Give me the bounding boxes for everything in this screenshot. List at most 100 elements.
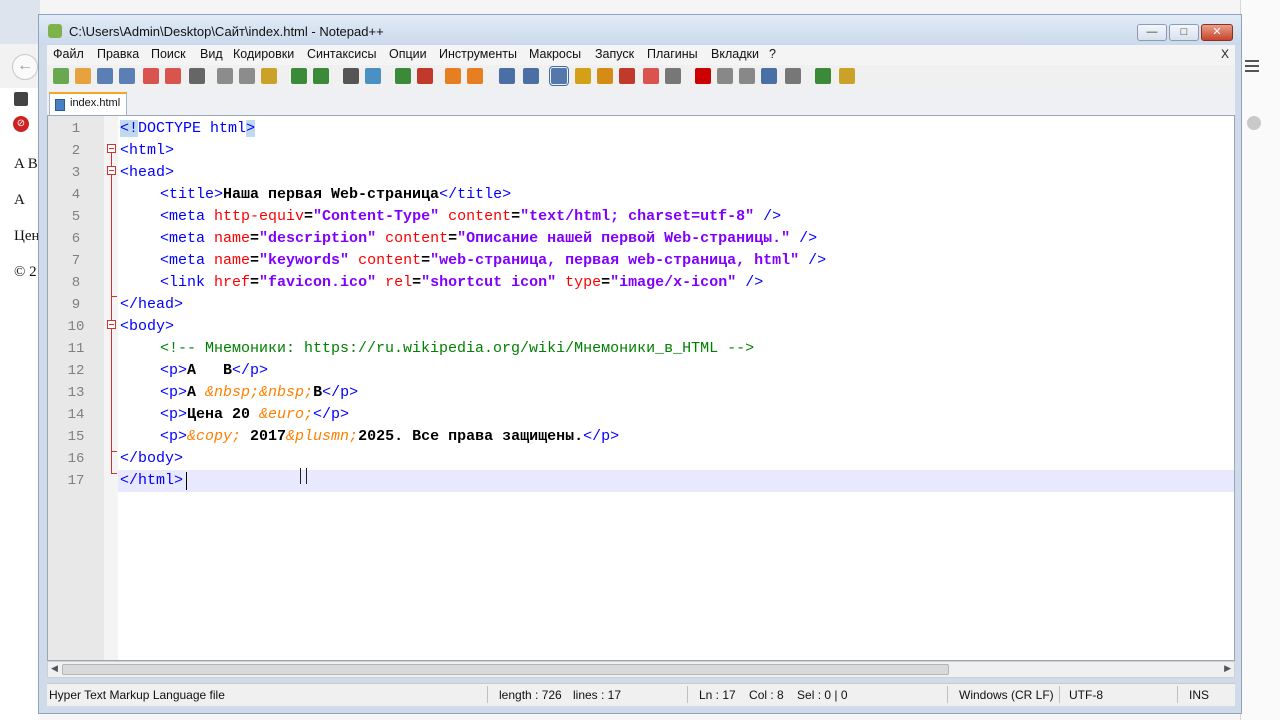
menu-view[interactable]: Вид bbox=[200, 47, 223, 61]
menu-edit[interactable]: Правка bbox=[97, 47, 139, 61]
line-number: 10 bbox=[67, 319, 85, 335]
show-all-chars-icon[interactable] bbox=[523, 68, 539, 84]
menu-macros[interactable]: Макросы bbox=[529, 47, 581, 61]
open-file-icon[interactable] bbox=[75, 68, 91, 84]
sync-h-icon[interactable] bbox=[467, 68, 483, 84]
scrollbar-thumb[interactable] bbox=[62, 664, 949, 675]
hamburger-menu-icon[interactable] bbox=[1245, 60, 1259, 72]
save-macro-icon[interactable] bbox=[785, 68, 801, 84]
minimize-button[interactable]: — bbox=[1137, 24, 1167, 41]
cut-icon[interactable] bbox=[217, 68, 233, 84]
horizontal-scrollbar[interactable]: ◀ ▶ bbox=[47, 661, 1235, 678]
run-macro-multi-icon[interactable] bbox=[761, 68, 777, 84]
line-number: 3 bbox=[71, 165, 81, 181]
fold-toggle-icon[interactable] bbox=[107, 144, 116, 153]
line-number: 5 bbox=[71, 209, 81, 225]
spellcheck-icon[interactable] bbox=[815, 68, 831, 84]
scroll-indicator[interactable] bbox=[1247, 116, 1261, 130]
user-lang-icon[interactable] bbox=[575, 68, 591, 84]
save-icon[interactable] bbox=[97, 68, 113, 84]
file-icon bbox=[55, 99, 65, 111]
zoom-out-icon[interactable] bbox=[417, 68, 433, 84]
doc-map-icon[interactable] bbox=[597, 68, 613, 84]
line-number: 7 bbox=[71, 253, 81, 269]
code-line-3: <head> bbox=[120, 164, 175, 181]
close-all-icon[interactable] bbox=[165, 68, 181, 84]
menu-search[interactable]: Поиск bbox=[151, 47, 186, 61]
sync-v-icon[interactable] bbox=[445, 68, 461, 84]
indent-guide-icon[interactable] bbox=[549, 66, 569, 86]
menu-plugins[interactable]: Плагины bbox=[647, 47, 698, 61]
code-line-5: <meta http-equiv="Content-Type" content=… bbox=[160, 208, 782, 225]
record-macro-icon[interactable] bbox=[695, 68, 711, 84]
menu-options[interactable]: Опции bbox=[389, 47, 427, 61]
fold-end bbox=[111, 473, 117, 474]
line-number: 4 bbox=[71, 187, 81, 203]
menu-help[interactable]: ? bbox=[769, 47, 776, 61]
zoom-in-icon[interactable] bbox=[395, 68, 411, 84]
menu-tools[interactable]: Инструменты bbox=[439, 47, 517, 61]
code-line-6: <meta name="description" content="Описан… bbox=[160, 230, 818, 247]
code-line-12: <p>A B</p> bbox=[160, 362, 269, 379]
mouse-ibeam-cursor bbox=[300, 468, 307, 484]
code-line-1: <!DOCTYPE html> bbox=[120, 120, 256, 137]
status-bar: Hyper Text Markup Language file length :… bbox=[47, 683, 1235, 706]
print-icon[interactable] bbox=[189, 68, 205, 84]
menu-syntax[interactable]: Синтаксисы bbox=[307, 47, 377, 61]
close-icon[interactable] bbox=[143, 68, 159, 84]
text-caret bbox=[186, 472, 187, 490]
replace-icon[interactable] bbox=[365, 68, 381, 84]
code-line-10: <body> bbox=[120, 318, 175, 335]
menu-file[interactable]: Файл bbox=[53, 47, 84, 61]
copy-icon[interactable] bbox=[239, 68, 255, 84]
code-area[interactable]: <!DOCTYPE html> <html> <head> <title>Наш… bbox=[118, 116, 1234, 660]
back-icon[interactable]: ← bbox=[12, 54, 38, 80]
scroll-right-icon[interactable]: ▶ bbox=[1224, 663, 1231, 674]
toolbar bbox=[47, 65, 1235, 89]
plugin-icon[interactable] bbox=[839, 68, 855, 84]
monitor-icon[interactable] bbox=[665, 68, 681, 84]
line-number: 11 bbox=[67, 341, 85, 357]
code-line-15: <p>&copy; 2017&plusmn;2025. Все права за… bbox=[160, 428, 620, 445]
maximize-button[interactable]: □ bbox=[1169, 24, 1199, 41]
tab-bar: index.html bbox=[47, 89, 1235, 116]
code-line-14: <p>Цена 20 &euro;</p> bbox=[160, 406, 350, 423]
status-separator bbox=[687, 686, 688, 703]
find-icon[interactable] bbox=[343, 68, 359, 84]
code-line-11: <!-- Мнемоники: https://ru.wikipedia.org… bbox=[160, 340, 755, 357]
code-editor[interactable]: 1 2 3 4 5 6 7 8 9 10 11 12 13 14 15 16 17 <!DOCTYPE html… bbox=[47, 115, 1235, 661]
status-separator bbox=[1177, 686, 1178, 703]
title-bar[interactable]: C:\Users\Admin\Desktop\Сайт\index.html -… bbox=[39, 15, 1241, 45]
function-list-icon[interactable] bbox=[619, 68, 635, 84]
fold-toggle-icon[interactable] bbox=[107, 320, 116, 329]
new-file-icon[interactable] bbox=[53, 68, 69, 84]
blocked-icon: ⊘ bbox=[13, 116, 29, 132]
status-mode: INS bbox=[1189, 688, 1210, 702]
stop-macro-icon[interactable] bbox=[717, 68, 733, 84]
page-text: © 2 bbox=[14, 264, 37, 280]
code-line-13: <p>A &nbsp;&nbsp;B</p> bbox=[160, 384, 359, 401]
tab-label: index.html bbox=[70, 97, 121, 109]
fold-toggle-icon[interactable] bbox=[107, 166, 116, 175]
redo-icon[interactable] bbox=[313, 68, 329, 84]
folder-workspace-icon[interactable] bbox=[643, 68, 659, 84]
play-macro-icon[interactable] bbox=[739, 68, 755, 84]
bookmark-icon[interactable] bbox=[14, 92, 28, 106]
wrap-icon[interactable] bbox=[499, 68, 515, 84]
status-eol: Windows (CR LF) bbox=[959, 688, 1054, 702]
line-number: 14 bbox=[67, 407, 85, 423]
page-text: Цен bbox=[14, 228, 40, 244]
scroll-left-icon[interactable]: ◀ bbox=[51, 663, 58, 674]
menu-run[interactable]: Запуск bbox=[595, 47, 634, 61]
fold-line bbox=[111, 296, 112, 320]
close-button[interactable]: ✕ bbox=[1201, 24, 1233, 41]
close-document-x[interactable]: X bbox=[1221, 47, 1229, 61]
browser-tabstrip bbox=[0, 0, 40, 44]
undo-icon[interactable] bbox=[291, 68, 307, 84]
menu-tabs[interactable]: Вкладки bbox=[711, 47, 759, 61]
save-all-icon[interactable] bbox=[119, 68, 135, 84]
tab-index-html[interactable]: index.html bbox=[49, 92, 127, 115]
line-number: 2 bbox=[71, 143, 81, 159]
menu-encoding[interactable]: Кодировки bbox=[233, 47, 294, 61]
paste-icon[interactable] bbox=[261, 68, 277, 84]
